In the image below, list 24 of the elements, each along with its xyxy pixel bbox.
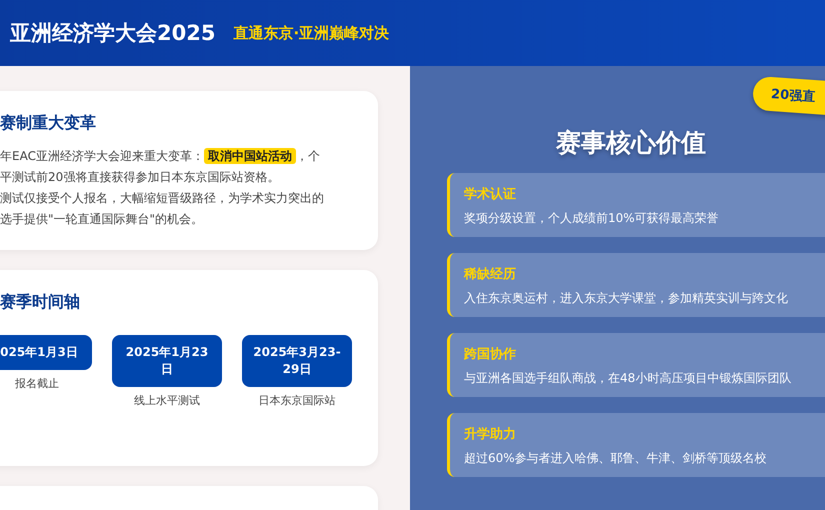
- tagline: 直通东京·亚洲巅峰对决: [233, 24, 390, 42]
- panel-heading: 赛事核心价值: [554, 127, 707, 159]
- paragraph-line: 年EAC亚洲经济学大会迎来重大变革： 取消中国站活动 ，个: [0, 147, 321, 166]
- card-heading: 赛制重大变革: [0, 113, 97, 134]
- value-title: 稀缺经历: [464, 266, 517, 283]
- value-title: 升学助力: [464, 426, 517, 443]
- event-label: 报名截止: [15, 376, 59, 391]
- paragraph-line: 选手提供"一轮直通国际舞台"的机会。: [0, 211, 204, 228]
- value-title: 学术认证: [464, 186, 517, 203]
- value-text: 奖项分级设置，个人成绩前10%可获得最高荣誉: [464, 210, 720, 227]
- paragraph-line: 测试仅接受个人报名，大幅缩短晋级路径，为学术实力突出的: [0, 190, 325, 207]
- event-label: 线上水平测试: [134, 393, 200, 408]
- date-badge: 2025年3月23-29日: [242, 335, 352, 387]
- event-label: 日本东京国际站: [258, 393, 336, 408]
- page-title: 亚洲经济学大会2025: [10, 20, 216, 47]
- paragraph-line: 平测试前20强将直接获得参加日本东京国际站资格。: [0, 169, 280, 186]
- value-text: 入住东京奥运村，进入东京大学课堂，参加精英实训与跨文化: [464, 290, 789, 307]
- card-heading: 赛季时间轴: [0, 292, 81, 313]
- value-text: 超过60%参与者进入哈佛、耶鲁、牛津、剑桥等顶级名校: [464, 450, 768, 467]
- value-text: 与亚洲各国选手组队商战，在48小时高压项目中锻炼国际团队: [464, 370, 792, 387]
- date-badge: 025年1月3日: [0, 335, 92, 370]
- date-badge: 2025年1月23日: [112, 335, 222, 387]
- ribbon-badge: 20强直: [752, 76, 825, 116]
- value-title: 跨国协作: [464, 346, 517, 363]
